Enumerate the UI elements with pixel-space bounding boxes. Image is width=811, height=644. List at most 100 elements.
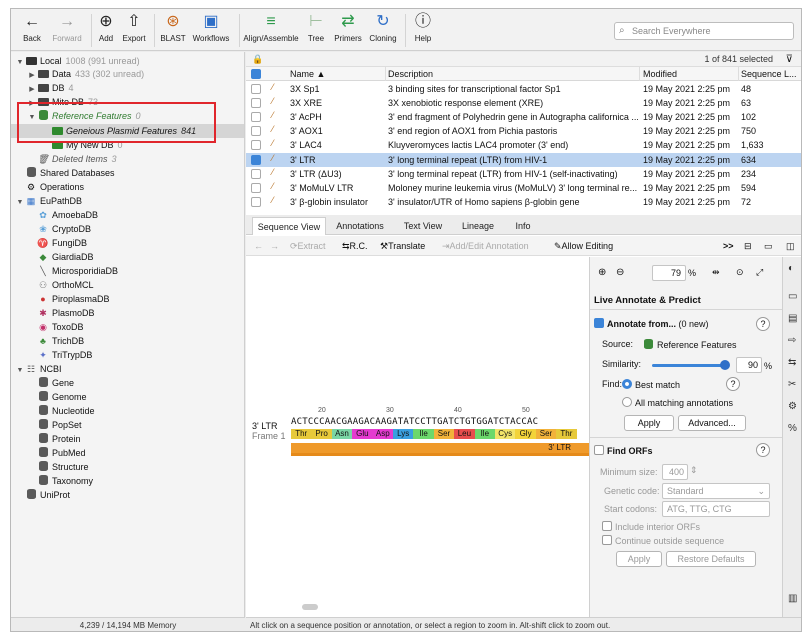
tree-item-orthomcl[interactable]: ⚇ OrthoMCL <box>27 278 94 292</box>
row-checkbox[interactable] <box>251 196 261 207</box>
zoom-field[interactable]: 79 <box>652 265 686 281</box>
settings-icon[interactable]: ⚙ <box>788 401 797 412</box>
back-arrow-icon[interactable]: ← <box>254 236 263 256</box>
tree-button[interactable]: ⊢ Tree <box>305 11 327 49</box>
tree-item-cryptodb[interactable]: ❀ CryptoDB <box>27 222 91 236</box>
tree-item-taxonomy[interactable]: Taxonomy <box>27 474 93 488</box>
row-checkbox[interactable] <box>251 168 261 179</box>
split-icon[interactable]: ◫ <box>786 236 795 256</box>
monitor-icon[interactable]: ▭ <box>788 291 797 302</box>
source-value[interactable]: Reference Features <box>644 339 737 350</box>
chevron-down-icon[interactable]: ▼ <box>15 196 25 210</box>
tab-lineage[interactable]: Lineage <box>456 217 500 235</box>
window-icon[interactable]: ▭ <box>764 236 773 256</box>
forward-arrow-icon[interactable]: → <box>270 236 279 256</box>
column-header-modified[interactable]: Modified <box>643 67 738 81</box>
column-header-description[interactable]: Description <box>388 67 638 81</box>
table-row[interactable]: ⁄ 3' AOX1 3' end region of AOX1 from Pichi… <box>246 124 801 138</box>
tab-text-view[interactable]: Text View <box>398 217 448 235</box>
row-checkbox[interactable] <box>251 112 261 123</box>
start-codons-field[interactable]: ATG, TTG, CTG <box>662 501 770 517</box>
tree-item-eupathdb[interactable]: ▼ ▦ EuPathDB <box>15 194 83 210</box>
tree-item-fungidb[interactable]: ♈ FungiDB <box>27 236 87 250</box>
lock-icon[interactable]: 🔒 <box>252 54 263 65</box>
row-checkbox[interactable] <box>251 84 261 94</box>
row-checkbox[interactable] <box>251 182 261 193</box>
filter-icon[interactable]: ⊽ <box>786 52 793 67</box>
help-button[interactable]: ⓘ Help <box>411 11 435 49</box>
continue-outside-checkbox[interactable]: Continue outside sequence <box>602 535 724 546</box>
sequence-viewer[interactable]: 3' LTR Frame 1 20 30 40 50 ACTCCCAACGAAG… <box>246 257 589 617</box>
find-orfs-checkbox[interactable]: Find ORFs <box>594 445 653 456</box>
table-row[interactable]: ⁄ 3' LAC4 Kluyveromyces lactis LAC4 promot… <box>246 138 801 152</box>
fit-width-icon[interactable]: ⇹ <box>712 267 720 278</box>
tree-item-tritrypdb[interactable]: ✦ TriTrypDB <box>27 348 92 362</box>
document-icon[interactable]: ▤ <box>788 313 797 324</box>
export-button[interactable]: ⇧ Export <box>119 11 149 49</box>
table-row[interactable]: ⁄ 3' LTR (ΔU3) 3' long terminal repeat (LT… <box>246 167 801 181</box>
apply-orfs-button[interactable]: Apply <box>616 551 662 567</box>
zoom-out-icon[interactable]: ⊖ <box>616 267 624 278</box>
annotate-from-checkbox[interactable]: Annotate from... (0 new) <box>594 318 709 329</box>
search-input[interactable]: ⌕ Search Everywhere <box>614 22 794 40</box>
translate-button[interactable]: ⚒ Translate <box>380 236 425 256</box>
restore-defaults-button[interactable]: Restore Defaults <box>666 551 756 567</box>
help-icon[interactable]: ? <box>756 317 770 331</box>
table-row[interactable]: ⁄ 3' LTR 3' long terminal repeat (LTR) fro… <box>246 152 801 167</box>
table-row[interactable]: ⁄ 3' MoMuLV LTR Moloney murine leukemia vi… <box>246 181 801 195</box>
tree-item-shared-databases[interactable]: Shared Databases <box>15 166 115 180</box>
arrow-right-icon[interactable]: ⇨ <box>788 335 796 346</box>
row-checkbox[interactable] <box>251 126 261 137</box>
tab-info[interactable]: Info <box>508 217 538 235</box>
table-row[interactable]: ⁄ 3X Sp1 3 binding sites for transcription… <box>246 82 801 96</box>
fullscreen-icon[interactable]: ⤢ <box>756 267 763 278</box>
help-icon[interactable]: ? <box>756 443 770 457</box>
annotate-icon[interactable]: ◐ <box>788 263 794 274</box>
tree-item-data[interactable]: ▶ Data 433 (302 unread) <box>27 67 144 81</box>
tree-item-pubmed[interactable]: PubMed <box>27 446 86 460</box>
workflows-button[interactable]: ▣ Workflows <box>191 11 231 49</box>
tree-item-amoebadb[interactable]: ✿ AmoebaDB <box>27 208 98 222</box>
horizontal-scrollbar[interactable] <box>302 604 318 610</box>
similarity-field[interactable]: 90 <box>736 357 762 373</box>
genetic-code-select[interactable]: Standard ⌄ <box>662 483 770 499</box>
table-row[interactable]: ⁄ 3' AcPH 3' end fragment of Polyhedrin ge… <box>246 110 801 124</box>
row-checkbox[interactable] <box>251 98 261 109</box>
all-matching-radio[interactable]: All matching annotations <box>622 397 733 408</box>
live-annotate-icon[interactable]: ⇆ <box>788 357 796 368</box>
column-header-name[interactable]: Name ▲ <box>290 67 385 81</box>
tree-item-deleted-items[interactable]: 🗑 Deleted Items 3 <box>27 152 116 166</box>
similarity-slider[interactable] <box>652 364 726 367</box>
allow-editing-button[interactable]: ✎ Allow Editing <box>554 236 613 256</box>
tab-annotations[interactable]: Annotations <box>330 217 390 235</box>
add-button[interactable]: ⊕ Add <box>95 11 117 49</box>
apply-button[interactable]: Apply <box>624 415 674 431</box>
forward-button[interactable]: → Forward <box>49 11 85 49</box>
tree-item-nucleotide[interactable]: Nucleotide <box>27 404 95 418</box>
minimum-size-field[interactable]: 400 <box>662 464 688 480</box>
row-checkbox[interactable] <box>251 154 261 165</box>
tree-item-db[interactable]: ▶ DB 4 <box>27 81 73 95</box>
chevron-down-icon[interactable]: ▼ <box>15 364 25 378</box>
tree-item-protein[interactable]: Protein <box>27 432 81 446</box>
stepper-icon[interactable]: ⇕ <box>690 465 698 476</box>
tree-item-local[interactable]: ▼ Local 1008 (991 unread) <box>15 54 140 68</box>
tree-item-popset[interactable]: PopSet <box>27 418 82 432</box>
blast-button[interactable]: ⊛ BLAST <box>159 11 187 49</box>
tree-item-operations[interactable]: ⚙ Operations <box>15 180 84 194</box>
row-checkbox[interactable] <box>251 140 261 151</box>
chevron-down-icon[interactable]: ▼ <box>15 56 25 70</box>
zoom-selection-icon[interactable]: ⊙ <box>736 267 744 278</box>
tree-item-microsporidiadb[interactable]: ╲ MicrosporidiaDB <box>27 264 118 278</box>
tree-item-ncbi[interactable]: ▼ ☷ NCBI <box>15 362 62 376</box>
minimize-icon[interactable]: ⊟ <box>744 236 752 256</box>
extract-button[interactable]: ⟳ Extract <box>290 236 326 256</box>
tree-item-uniprot[interactable]: UniProt <box>15 488 70 502</box>
help-icon[interactable]: ? <box>726 377 740 391</box>
select-all-checkbox[interactable] <box>251 69 261 79</box>
tree-item-structure[interactable]: Structure <box>27 460 89 474</box>
cloning-button[interactable]: ↻ Cloning <box>367 11 399 49</box>
primers-button[interactable]: ⇄ Primers <box>331 11 365 49</box>
annotation-3-ltr[interactable]: 3' LTR <box>291 443 589 453</box>
stats-icon[interactable]: ▥ <box>788 593 797 604</box>
